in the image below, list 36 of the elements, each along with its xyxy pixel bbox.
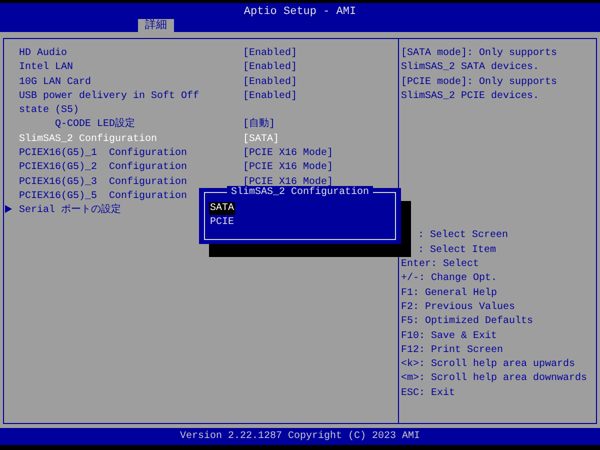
setting-value[interactable]: [Enabled] [243, 76, 298, 90]
setting-value[interactable]: [自動] [243, 118, 276, 133]
setting-label[interactable]: Intel LAN [19, 61, 209, 76]
key-hint: ESC: Exit [401, 386, 456, 401]
key-hint: F2: Previous Values [401, 300, 516, 315]
setting-value[interactable]: [Enabled] [243, 61, 298, 76]
help-description: [PCIE mode]: Only supports SlimSAS_2 PCIE devices. [401, 76, 558, 104]
setting-label[interactable]: HD Audio [19, 47, 209, 62]
help-description: [SATA mode]: Only supports SlimSAS_2 SATA devices. [401, 47, 558, 76]
setting-label[interactable]: 10G LAN Card [19, 76, 209, 90]
window-title: Aptio Setup - AMI [244, 6, 356, 19]
key-hint: F12: Print Screen [401, 344, 504, 358]
popup-option[interactable]: PCIE [209, 216, 236, 229]
key-hint: <k>: Scroll help area upwards [401, 358, 576, 372]
setting-label[interactable]: Q-CODE LED設定 [19, 118, 209, 133]
key-hint: F5: Optimized Defaults [401, 315, 534, 330]
key-hint: Enter: Select [401, 258, 480, 272]
key-hint: +/-: Change Opt. [401, 272, 498, 286]
version-text: Version 2.22.1287 Copyright (C) 2023 AMI [180, 431, 420, 442]
setting-label[interactable]: USB power delivery in Soft Off state (S5) [19, 90, 209, 118]
setting-value[interactable]: [SATA] [243, 132, 280, 148]
key-hint: F10: Save & Exit [401, 330, 498, 344]
setting-value[interactable]: [PCIE X16 Mode] [243, 161, 334, 176]
key-hint: : Select Item [418, 244, 496, 258]
setting-label[interactable]: PCIEX16(G5)_2 Configuration [19, 161, 209, 176]
setting-value[interactable]: [Enabled] [243, 90, 298, 118]
key-hint: <m>: Scroll help area downwards [401, 372, 588, 386]
setting-label[interactable]: SlimSAS_2 Configuration [19, 132, 209, 148]
setting-value[interactable]: [Enabled] [243, 47, 298, 62]
setting-label[interactable]: PCIEX16(G5)_1 Configuration [19, 147, 209, 162]
setting-value[interactable]: [PCIE X16 Mode] [243, 147, 334, 162]
key-hint: F1: General Help [401, 286, 498, 301]
key-hint: : Select Screen [418, 229, 508, 244]
setting-label[interactable]: PCIEX16(G5)_3 Configuration [19, 176, 209, 190]
popup-option[interactable]: SATA [209, 202, 236, 215]
popup-title: SlimSAS_2 Configuration [226, 186, 374, 199]
